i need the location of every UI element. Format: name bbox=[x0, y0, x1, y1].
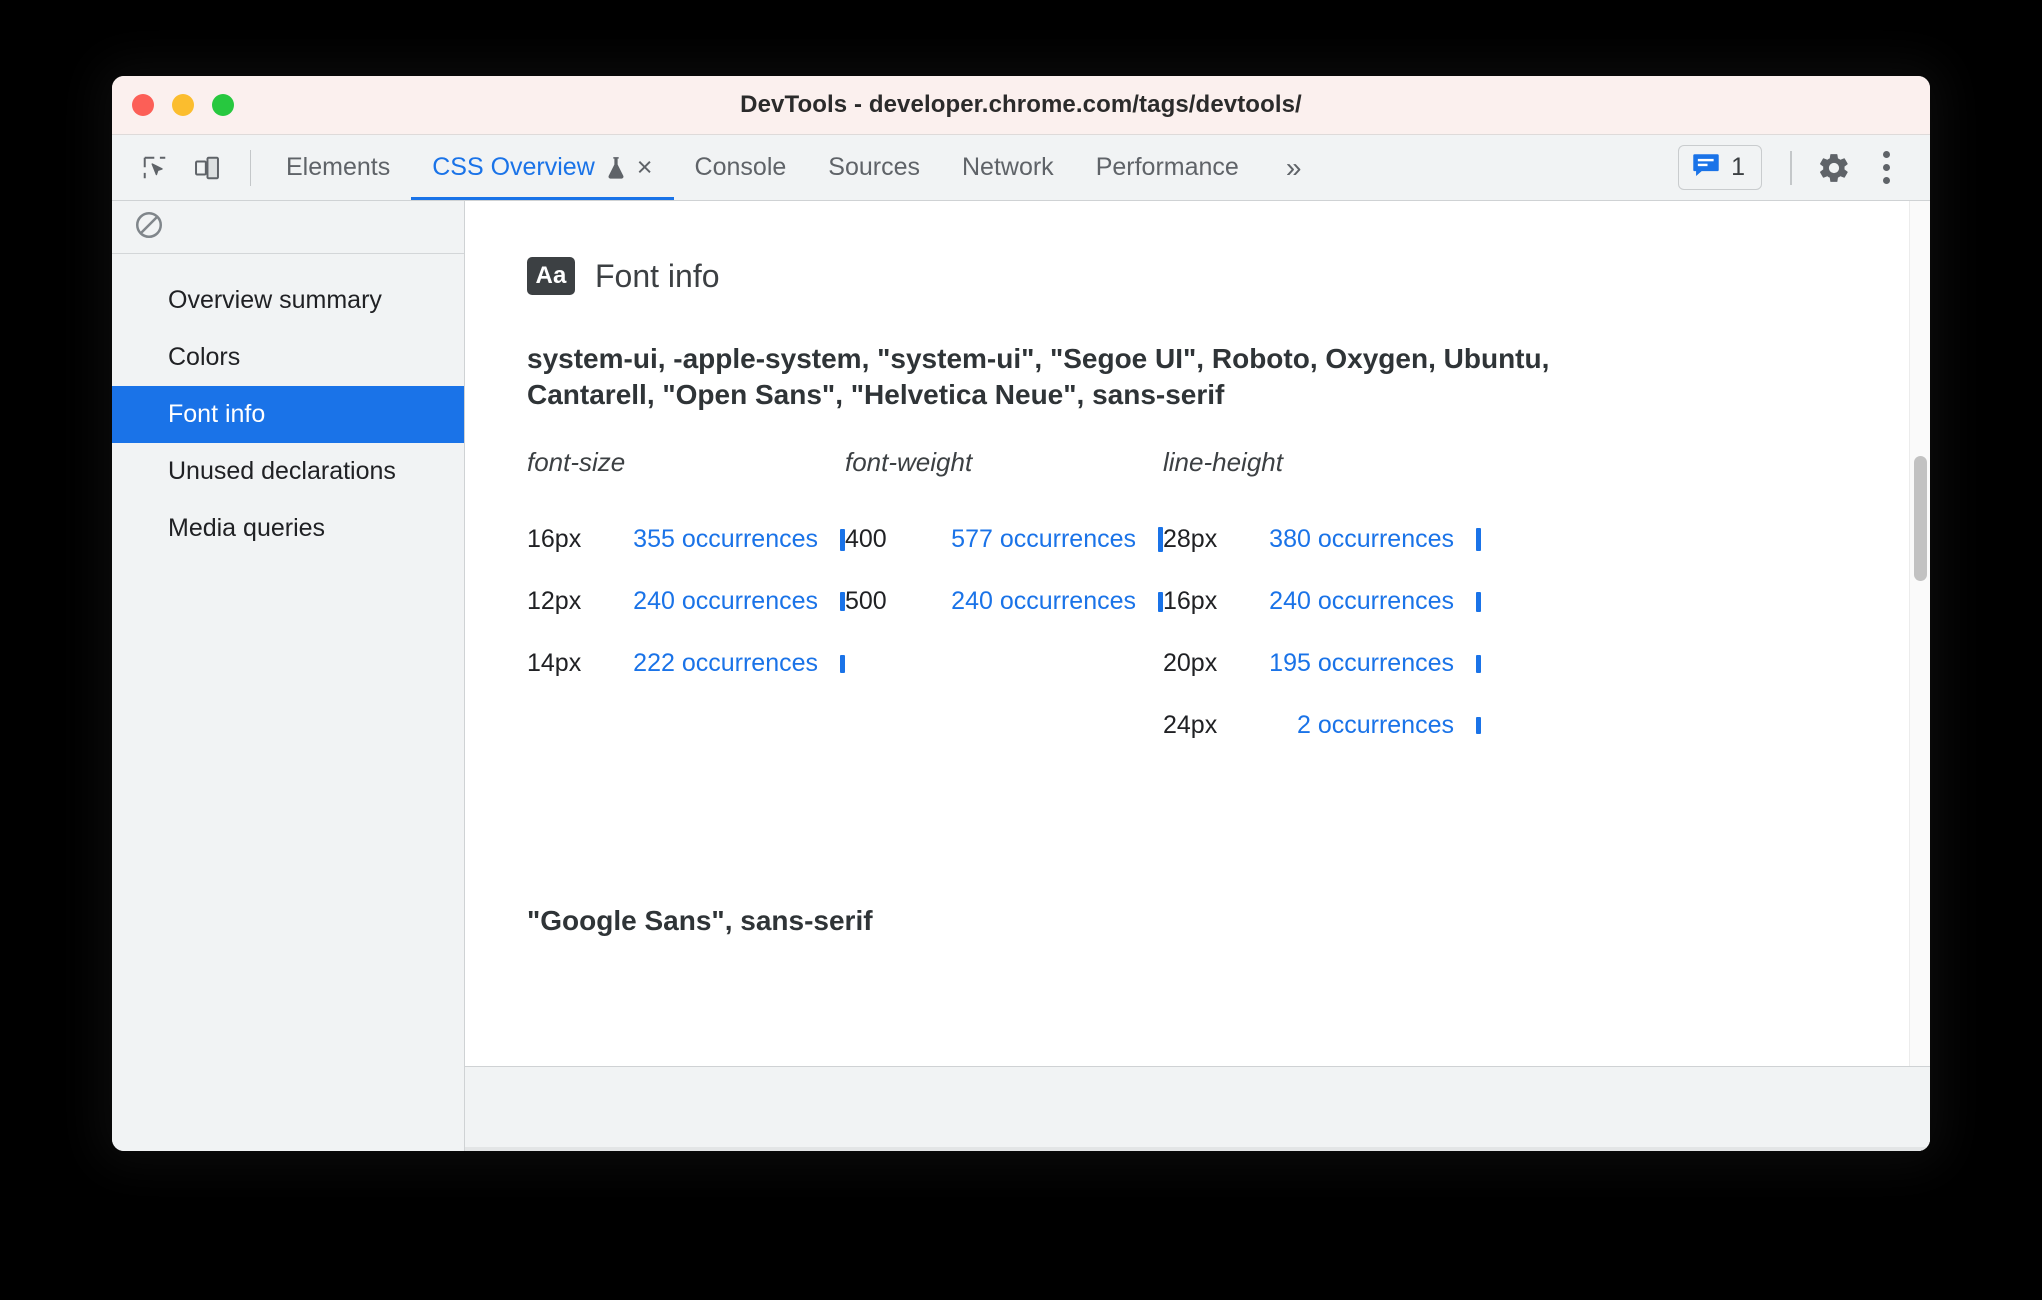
metric-value: 400 bbox=[845, 525, 887, 554]
tab-label: Console bbox=[694, 153, 787, 181]
sidebar-item-label: Media queries bbox=[168, 514, 326, 542]
table-row: 16px 240 occurrences bbox=[1163, 571, 1481, 633]
tab-label: Network bbox=[962, 153, 1054, 181]
font-family-primary: system-ui, -apple-system, "system-ui", "… bbox=[527, 343, 1550, 410]
tab-label: Performance bbox=[1095, 153, 1239, 181]
experiment-flask-icon bbox=[605, 155, 627, 181]
font-metrics-table: font-size 16px 355 occurrences 12px 240 … bbox=[527, 447, 1930, 757]
no-entry-clear-icon[interactable] bbox=[134, 210, 164, 245]
sidebar-item-font-info[interactable]: Font info bbox=[112, 386, 464, 443]
tab-label: CSS Overview bbox=[432, 153, 595, 181]
occurrences-link[interactable]: 195 occurrences bbox=[1261, 649, 1454, 678]
page-title: Font info bbox=[595, 257, 720, 294]
bottom-drawer bbox=[465, 1066, 1930, 1151]
kebab-menu-icon[interactable] bbox=[1862, 144, 1910, 192]
metric-value: 14px bbox=[527, 649, 582, 678]
kebab-dots bbox=[1882, 151, 1890, 184]
tabbar-tools bbox=[112, 135, 265, 200]
tab-console[interactable]: Console bbox=[674, 135, 808, 200]
sidebar-item-label: Overview summary bbox=[168, 286, 382, 314]
section-header: Aa Font info bbox=[527, 257, 1930, 295]
toolbar-divider bbox=[250, 149, 251, 186]
occurrences-link[interactable]: 240 occurrences bbox=[1261, 587, 1454, 616]
metric-value: 16px bbox=[527, 525, 582, 554]
table-row: 28px 380 occurrences bbox=[1163, 509, 1481, 571]
more-tabs-button[interactable]: » bbox=[1260, 135, 1328, 200]
toolbar-divider-right bbox=[1790, 150, 1792, 185]
message-bubble-icon bbox=[1692, 152, 1720, 183]
table-row: 500 240 occurrences bbox=[845, 571, 1163, 633]
occurrences-link[interactable]: 355 occurrences bbox=[625, 525, 818, 554]
devtools-body: Overview summary Colors Font info Unused… bbox=[112, 201, 1930, 1151]
metric-column-font-size: font-size 16px 355 occurrences 12px 240 … bbox=[527, 447, 845, 757]
tab-elements[interactable]: Elements bbox=[265, 135, 411, 200]
panel-tabs: Elements CSS Overview × Console Sources … bbox=[265, 135, 1327, 200]
column-header: line-height bbox=[1163, 446, 1283, 477]
sidebar-item-label: Colors bbox=[168, 343, 241, 371]
occurrence-bar bbox=[1476, 654, 1481, 673]
tab-performance[interactable]: Performance bbox=[1075, 135, 1260, 200]
sidebar-list: Overview summary Colors Font info Unused… bbox=[112, 254, 464, 557]
metric-value: 16px bbox=[1163, 587, 1218, 616]
occurrences-link[interactable]: 380 occurrences bbox=[1261, 525, 1454, 554]
issues-counter-button[interactable]: 1 bbox=[1678, 145, 1762, 190]
sidebar-toolbar bbox=[112, 201, 464, 254]
device-toolbar-icon[interactable] bbox=[184, 145, 230, 191]
css-overview-sidebar: Overview summary Colors Font info Unused… bbox=[112, 201, 465, 1151]
table-row: 12px 240 occurrences bbox=[527, 571, 845, 633]
occurrence-bar bbox=[1476, 591, 1481, 612]
tab-label: Elements bbox=[286, 153, 391, 181]
metric-column-line-height: line-height 28px 380 occurrences 16px 24… bbox=[1163, 447, 1481, 757]
table-row: 14px 222 occurrences bbox=[527, 633, 845, 695]
metric-value: 500 bbox=[845, 587, 887, 616]
issues-count-label: 1 bbox=[1731, 153, 1745, 181]
sidebar-item-overview-summary[interactable]: Overview summary bbox=[112, 272, 464, 329]
window-title: DevTools - developer.chrome.com/tags/dev… bbox=[740, 91, 1302, 118]
tabbar-right-tools: 1 bbox=[1678, 135, 1930, 200]
table-row: 24px 2 occurrences bbox=[1163, 695, 1481, 757]
tab-network[interactable]: Network bbox=[941, 135, 1075, 200]
metric-value: 24px bbox=[1163, 711, 1218, 740]
column-header: font-weight bbox=[845, 446, 973, 477]
font-family-secondary: "Google Sans", sans-serif bbox=[527, 904, 873, 936]
inspect-cursor-icon[interactable] bbox=[132, 145, 178, 191]
tab-sources[interactable]: Sources bbox=[807, 135, 941, 200]
scrollbar-thumb[interactable] bbox=[1914, 456, 1927, 581]
occurrences-link[interactable]: 222 occurrences bbox=[625, 649, 818, 678]
metric-value: 28px bbox=[1163, 525, 1218, 554]
minimize-window-button[interactable] bbox=[172, 94, 194, 116]
window-controls bbox=[132, 94, 234, 116]
sidebar-item-label: Unused declarations bbox=[168, 457, 396, 485]
tab-css-overview[interactable]: CSS Overview × bbox=[411, 135, 674, 200]
metric-value: 12px bbox=[527, 587, 582, 616]
close-window-button[interactable] bbox=[132, 94, 154, 116]
window-titlebar: DevTools - developer.chrome.com/tags/dev… bbox=[112, 76, 1930, 135]
sidebar-item-label: Font info bbox=[168, 400, 266, 428]
sidebar-item-unused-declarations[interactable]: Unused declarations bbox=[112, 443, 464, 500]
font-info-panel: Aa Font info system-ui, -apple-system, "… bbox=[465, 201, 1930, 1066]
occurrences-link[interactable]: 240 occurrences bbox=[625, 587, 818, 616]
css-overview-content-wrap: Aa Font info system-ui, -apple-system, "… bbox=[465, 201, 1930, 1151]
column-header: font-size bbox=[527, 446, 626, 477]
devtools-window: DevTools - developer.chrome.com/tags/dev… bbox=[112, 76, 1930, 1151]
devtools-tabbar: Elements CSS Overview × Console Sources … bbox=[112, 135, 1930, 201]
gear-icon[interactable] bbox=[1810, 144, 1858, 192]
occurrences-link[interactable]: 2 occurrences bbox=[1261, 711, 1454, 740]
metric-column-font-weight: font-weight 400 577 occurrences 500 240 … bbox=[845, 447, 1163, 757]
content-scrollbar[interactable] bbox=[1909, 201, 1930, 1066]
occurrence-bar bbox=[1476, 717, 1481, 735]
occurrence-bar bbox=[1476, 528, 1481, 552]
table-row: 16px 355 occurrences bbox=[527, 509, 845, 571]
occurrences-link[interactable]: 577 occurrences bbox=[943, 525, 1136, 554]
zoom-window-button[interactable] bbox=[212, 94, 234, 116]
sidebar-item-media-queries[interactable]: Media queries bbox=[112, 500, 464, 557]
occurrences-link[interactable]: 240 occurrences bbox=[943, 587, 1136, 616]
font-aa-icon: Aa bbox=[527, 257, 575, 295]
tab-label: Sources bbox=[828, 153, 920, 181]
tab-close-button[interactable]: × bbox=[637, 154, 653, 181]
sidebar-item-colors[interactable]: Colors bbox=[112, 329, 464, 386]
metric-value: 20px bbox=[1163, 649, 1218, 678]
table-row: 400 577 occurrences bbox=[845, 509, 1163, 571]
table-row: 20px 195 occurrences bbox=[1163, 633, 1481, 695]
